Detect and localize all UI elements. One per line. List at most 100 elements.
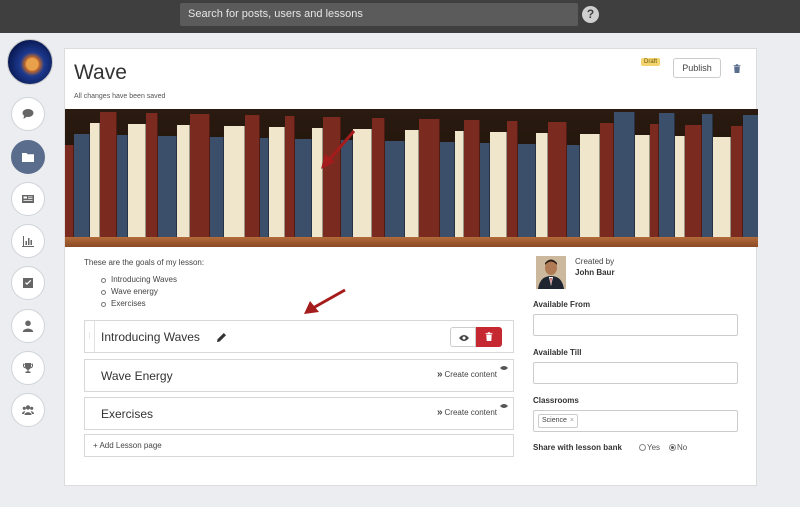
create-content-link[interactable]: » Create content [437,407,497,418]
sidebar-item-profile[interactable] [11,309,45,343]
book-spine [210,137,224,237]
author-name[interactable]: John Baur [575,268,615,277]
bar-chart-icon [22,236,34,247]
book-spine [372,118,385,237]
page-title[interactable]: Wave [74,61,127,85]
book-spine [224,126,245,237]
remove-tag-icon[interactable]: × [570,417,574,424]
share-yes-radio[interactable]: Yes [639,443,660,452]
book-spine [675,136,685,237]
user-icon [22,320,34,332]
book-spine [480,143,490,237]
book-spine [177,125,190,237]
lesson-page-row[interactable]: ⁞ Introducing Waves [84,320,514,353]
author-avatar [536,256,566,289]
drag-handle[interactable]: ⁞ [85,321,95,352]
folder-icon [22,153,34,162]
status-badge: Draft [641,58,661,66]
sidebar-item-news[interactable] [11,182,45,216]
share-yes-label: Yes [647,443,661,452]
book-spine [635,135,650,237]
book-spine [536,133,548,237]
book-spine [285,116,295,237]
share-no-radio[interactable]: No [669,443,687,452]
trash-icon [485,332,493,341]
trophy-icon [23,363,33,373]
book-spine [567,145,580,237]
book-spine [659,113,675,237]
top-bar: Search for posts, users and lessons ? [0,0,800,33]
share-no-label: No [677,443,688,452]
book-spine [100,112,117,237]
available-till-input[interactable] [533,362,738,384]
book-spine [518,144,536,237]
eye-icon[interactable] [500,365,508,371]
sidebar-item-messages[interactable] [11,97,45,131]
add-lesson-page-button[interactable]: + Add Lesson page [84,434,514,457]
sidebar-item-groups[interactable] [11,393,45,427]
lesson-page-row[interactable]: Wave Energy » Create content [84,359,514,392]
book-spine [731,126,743,237]
book-spine [702,114,713,237]
lesson-page-row[interactable]: Exercises » Create content [84,397,514,430]
comment-icon [22,109,34,119]
radio-icon [639,444,646,451]
sidebar-item-tasks[interactable] [11,266,45,300]
search-input[interactable]: Search for posts, users and lessons [180,3,578,26]
avatar[interactable] [7,39,53,85]
pencil-icon[interactable] [216,332,227,343]
create-content-label: Create content [444,408,497,417]
book-spine [190,114,210,237]
book-spine [269,127,285,237]
share-label: Share with lesson bank [533,443,622,452]
bookshelf-edge [65,237,758,247]
eye-icon [459,335,469,341]
eye-icon[interactable] [500,403,508,409]
book-spine [65,145,74,237]
preview-button[interactable] [450,327,476,347]
save-status: All changes have been saved [74,93,166,100]
book-spine [614,112,635,237]
book-spine [405,130,419,237]
delete-lesson-icon[interactable] [733,64,741,73]
delete-page-button[interactable] [476,327,502,347]
book-spine [295,139,312,237]
book-spine [650,124,659,237]
lesson-cover-image[interactable] [65,109,758,247]
radio-icon [669,444,676,451]
help-icon[interactable]: ? [582,6,599,23]
available-from-input[interactable] [533,314,738,336]
book-spine [245,115,260,237]
goal-item: Wave energy [101,287,158,296]
book-spine [490,132,507,237]
book-spine [455,131,464,237]
create-content-link[interactable]: » Create content [437,369,497,380]
lesson-page-title[interactable]: Wave Energy [101,369,173,383]
book-spine [419,119,440,237]
book-spine [440,142,455,237]
group-icon [22,405,34,415]
book-spine [464,120,480,237]
sidebar-item-statistics[interactable] [11,224,45,258]
book-spine [685,125,702,237]
book-spine [743,115,758,237]
classrooms-select[interactable]: Science × [533,410,738,432]
goal-item: Introducing Waves [101,275,177,284]
sidebar-item-lessons[interactable] [11,140,45,174]
book-spine [117,135,128,237]
publish-button[interactable]: Publish [673,58,721,78]
lesson-editor-card: Wave All changes have been saved Draft P… [64,48,758,486]
classroom-tag-label: Science [542,417,567,424]
goal-item: Exercises [101,299,146,308]
book-spine [548,122,567,237]
book-spine [146,113,158,237]
lesson-description[interactable]: These are the goals of my lesson: [84,258,204,267]
classroom-tag: Science × [538,414,578,428]
annotation-arrow [304,288,346,314]
sidebar-item-achievements[interactable] [11,351,45,385]
lesson-page-title[interactable]: Introducing Waves [101,330,200,344]
book-spine [128,124,146,237]
available-till-label: Available Till [533,348,582,357]
checkbox-icon [23,278,33,288]
lesson-page-title[interactable]: Exercises [101,407,153,421]
